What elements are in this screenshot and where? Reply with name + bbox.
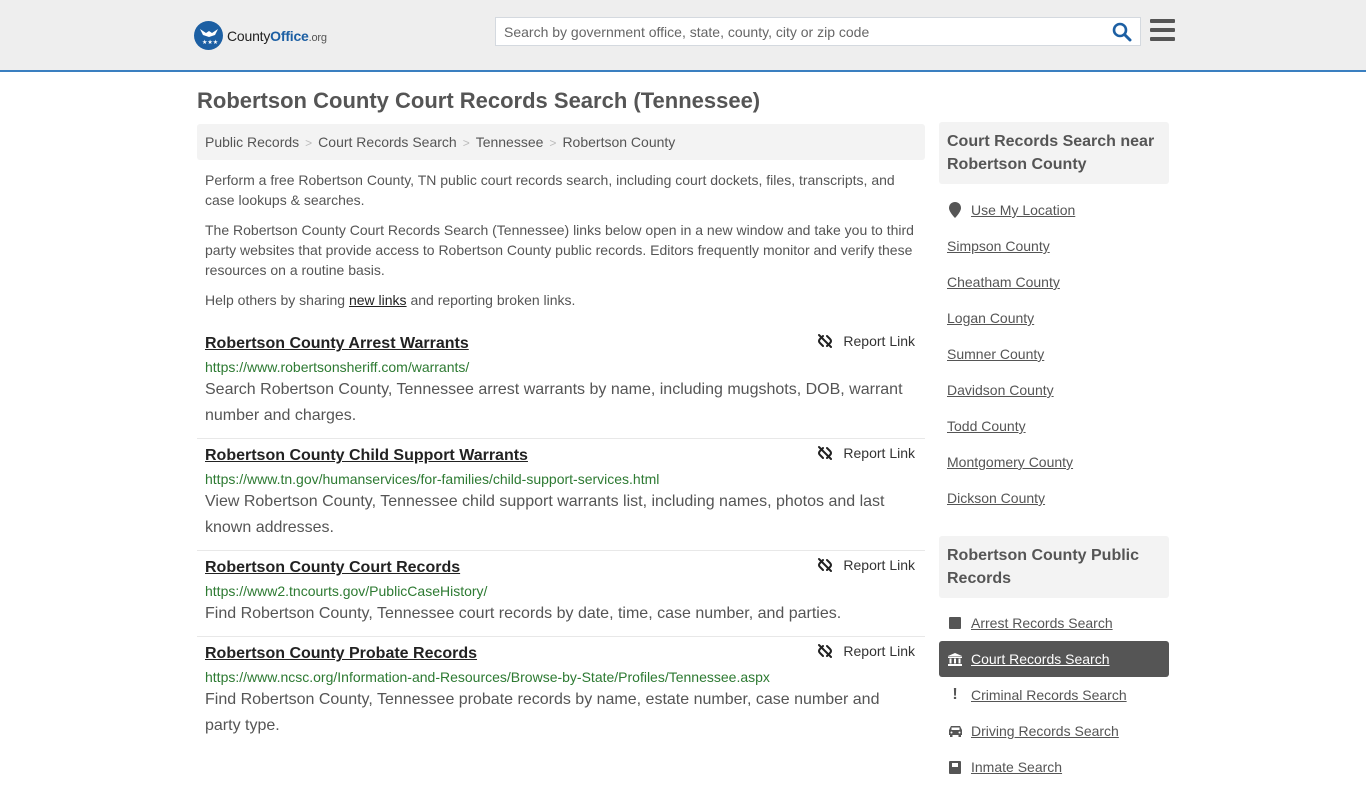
use-my-location-item: Use My Location: [939, 192, 1169, 228]
sidebar-item-sumner-county: Sumner County: [939, 336, 1169, 372]
broken-link-icon: [818, 558, 833, 572]
result-url[interactable]: https://www.ncsc.org/Information-and-Res…: [205, 668, 917, 686]
result-url[interactable]: https://www2.tncourts.gov/PublicCaseHist…: [205, 582, 917, 600]
intro-paragraph: The Robertson County Court Records Searc…: [205, 222, 914, 278]
intro-paragraph: Perform a free Robertson County, TN publ…: [205, 172, 895, 208]
breadcrumb-separator: >: [462, 136, 470, 150]
list-item: Robertson County Child Support Warrants …: [197, 439, 925, 551]
report-link-button[interactable]: Report Link: [817, 643, 915, 659]
nearby-list: Use My Location Simpson County Cheatham …: [939, 192, 1169, 516]
result-title-link[interactable]: Robertson County Child Support Warrants: [205, 446, 528, 466]
breadcrumb-separator: >: [549, 136, 557, 150]
menu-icon-bar: [1150, 28, 1175, 32]
county-link[interactable]: Logan County: [947, 310, 1034, 326]
inmate-icon: [947, 760, 963, 774]
sidebar-item-arrest-records: Arrest Records Search: [939, 605, 1169, 641]
criminal-records-link[interactable]: Criminal Records Search: [971, 687, 1127, 703]
report-link-button[interactable]: Report Link: [817, 445, 915, 461]
county-link[interactable]: Simpson County: [947, 238, 1050, 254]
sidebar-item-montgomery-county: Montgomery County: [939, 444, 1169, 480]
breadcrumb-court-records-search[interactable]: Court Records Search: [318, 134, 457, 150]
result-title-link[interactable]: Robertson County Court Records: [205, 558, 460, 578]
result-title-link[interactable]: Robertson County Probate Records: [205, 644, 477, 664]
sidebar-item-simpson-county: Simpson County: [939, 228, 1169, 264]
arrest-records-link[interactable]: Arrest Records Search: [971, 615, 1113, 631]
svg-text:★★★: ★★★: [202, 39, 218, 46]
page-title: Robertson County Court Records Search (T…: [197, 88, 761, 113]
nearby-heading: Court Records Search near Robertson Coun…: [939, 122, 1169, 184]
site-header: ★★★ CountyOffice.org: [0, 0, 1366, 72]
list-item: Robertson County Arrest Warrants https:/…: [197, 327, 925, 439]
result-url[interactable]: https://www.robertsonsheriff.com/warrant…: [205, 358, 917, 376]
search-input[interactable]: [496, 18, 1096, 45]
sidebar-item-davidson-county: Davidson County: [939, 372, 1169, 408]
sidebar-item-todd-county: Todd County: [939, 408, 1169, 444]
breadcrumb-separator: >: [305, 136, 313, 150]
intro-paragraph: Help others by sharing new links and rep…: [205, 292, 576, 308]
broken-link-icon: [818, 334, 833, 348]
county-link[interactable]: Davidson County: [947, 382, 1054, 398]
menu-icon-bar: [1150, 37, 1175, 41]
sidebar-item-dickson-county: Dickson County: [939, 480, 1169, 516]
county-link[interactable]: Montgomery County: [947, 454, 1073, 470]
public-records-list: Arrest Records Search Court Records Sear…: [939, 605, 1169, 785]
county-link[interactable]: Sumner County: [947, 346, 1044, 362]
search-button[interactable]: [1112, 22, 1134, 42]
site-logo[interactable]: ★★★ CountyOffice.org: [194, 21, 327, 50]
result-url[interactable]: https://www.tn.gov/humanservices/for-fam…: [205, 470, 917, 488]
driving-records-link[interactable]: Driving Records Search: [971, 723, 1119, 739]
sidebar-item-court-records: Court Records Search: [939, 641, 1169, 677]
result-description: Search Robertson County, Tennessee arres…: [205, 381, 903, 424]
broken-link-icon: [818, 644, 833, 658]
square-icon: [947, 617, 963, 629]
new-links-link[interactable]: new links: [349, 292, 407, 308]
car-icon: [947, 725, 963, 737]
report-link-button[interactable]: Report Link: [817, 557, 915, 573]
county-link[interactable]: Todd County: [947, 418, 1026, 434]
menu-icon-bar: [1150, 19, 1175, 23]
county-link[interactable]: Cheatham County: [947, 274, 1060, 290]
breadcrumb-public-records[interactable]: Public Records: [205, 134, 299, 150]
sidebar-item-inmate-search: Inmate Search: [939, 749, 1169, 785]
sidebar-item-cheatham-county: Cheatham County: [939, 264, 1169, 300]
breadcrumb-tennessee[interactable]: Tennessee: [476, 134, 544, 150]
result-title-link[interactable]: Robertson County Arrest Warrants: [205, 334, 469, 354]
intro-text: Perform a free Robertson County, TN publ…: [205, 170, 920, 320]
public-records-heading: Robertson County Public Records: [939, 536, 1169, 598]
result-description: View Robertson County, Tennessee child s…: [205, 493, 885, 536]
eagle-logo-icon: ★★★: [194, 21, 223, 50]
search-icon: [1112, 22, 1132, 42]
court-records-link[interactable]: Court Records Search: [971, 651, 1110, 667]
inmate-search-link[interactable]: Inmate Search: [971, 759, 1062, 775]
map-marker-icon: [947, 202, 963, 218]
courthouse-icon: [947, 652, 963, 666]
sidebar-item-criminal-records: ! Criminal Records Search: [939, 677, 1169, 713]
logo-text: CountyOffice.org: [227, 27, 327, 44]
broken-link-icon: [818, 446, 833, 460]
list-item: Robertson County Probate Records https:/…: [197, 637, 925, 748]
breadcrumb-current: Robertson County: [562, 134, 676, 150]
list-item: Robertson County Court Records https://w…: [197, 551, 925, 637]
results-list: Robertson County Arrest Warrants https:/…: [197, 327, 925, 748]
search-bar: [495, 17, 1141, 46]
report-link-button[interactable]: Report Link: [817, 333, 915, 349]
exclamation-icon: !: [952, 686, 958, 703]
hamburger-menu-button[interactable]: [1150, 19, 1175, 41]
result-description: Find Robertson County, Tennessee probate…: [205, 691, 880, 734]
use-my-location-link[interactable]: Use My Location: [971, 202, 1075, 218]
sidebar-item-driving-records: Driving Records Search: [939, 713, 1169, 749]
sidebar-item-logan-county: Logan County: [939, 300, 1169, 336]
result-description: Find Robertson County, Tennessee court r…: [205, 605, 842, 622]
breadcrumb: Public Records > Court Records Search > Tenn…: [197, 124, 925, 160]
county-link[interactable]: Dickson County: [947, 490, 1045, 506]
